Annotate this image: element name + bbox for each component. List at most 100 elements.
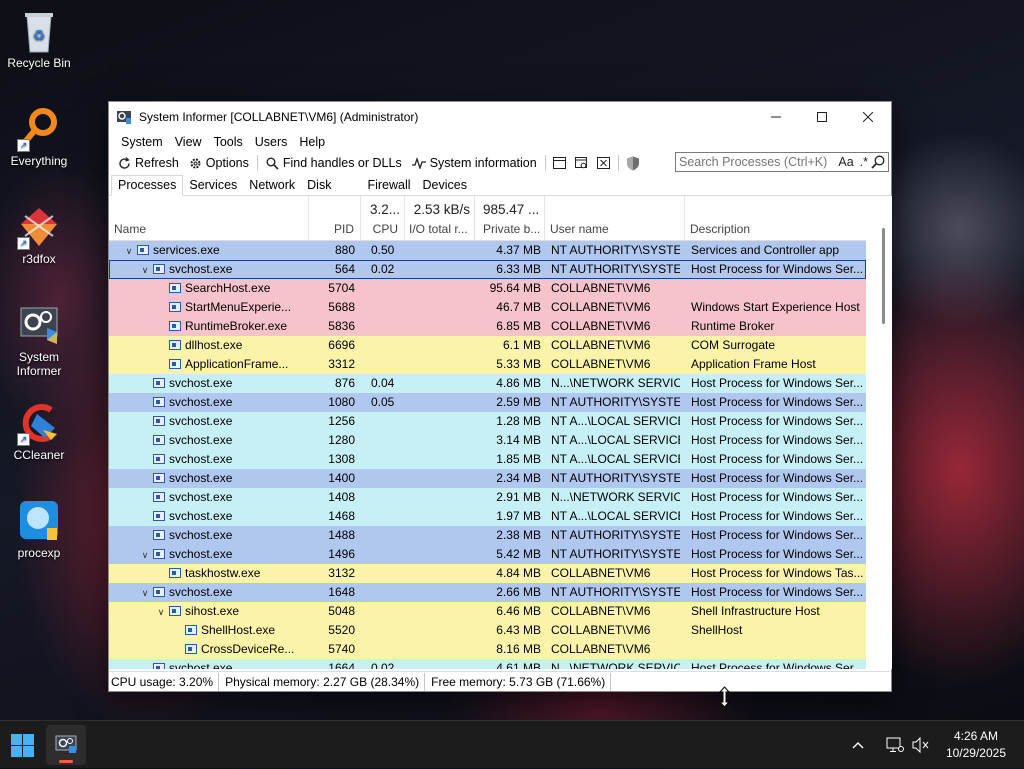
regex-toggle[interactable]: .* [860, 155, 868, 169]
process-row[interactable]: ApplicationFrame... 3312 5.33 MB COLLABNET\… [109, 355, 866, 374]
volume-muted-icon[interactable] [912, 737, 930, 753]
process-row[interactable]: svchost.exe 876 0.04 4.86 MB N...\NETWORK SE… [109, 374, 866, 393]
clock[interactable]: 4:26 AM 10/29/2025 [936, 728, 1024, 762]
minimize-button[interactable] [753, 102, 799, 132]
system-information-button[interactable]: System information [407, 156, 542, 170]
find-handles-button[interactable]: Find handles or DLLs [261, 156, 407, 170]
tab-firewall[interactable]: Firewall [361, 178, 416, 195]
process-description [691, 279, 863, 298]
column-name[interactable]: Name [109, 196, 309, 240]
taskbar-app-system-informer[interactable] [46, 725, 86, 765]
process-row[interactable]: ∨ sihost.exe 5048 6.46 MB COLLABNET\VM6 Shell… [109, 602, 866, 621]
process-row[interactable]: dllhost.exe 6696 6.1 MB COLLABNET\VM6 COM Su… [109, 336, 866, 355]
desktop-icon-ccleaner[interactable]: ↗ CCleaner [4, 400, 74, 462]
menu-users[interactable]: Users [249, 135, 294, 149]
chevron-down-icon[interactable]: ∨ [123, 242, 135, 260]
process-row[interactable]: svchost.exe 1400 2.34 MB NT AUTHORITY\SYSTE… [109, 469, 866, 488]
process-row[interactable]: svchost.exe 1256 1.28 MB NT A...\LOCAL SERV… [109, 412, 866, 431]
process-private-bytes: 5.33 MB [496, 357, 541, 371]
process-row[interactable]: ∨ svchost.exe 564 0.02 6.33 MB NT AUTHORITY\S… [109, 260, 866, 279]
desktop-icon-procexp[interactable]: procexp [4, 498, 74, 560]
scrollbar-thumb[interactable] [882, 228, 885, 324]
process-description: Application Frame Host [691, 357, 816, 371]
menu-system[interactable]: System [115, 135, 169, 149]
chevron-up-icon[interactable] [852, 741, 864, 749]
refresh-button[interactable]: Refresh [113, 156, 184, 170]
tab-network[interactable]: Network [243, 178, 301, 195]
search-processes-box[interactable]: Aa .* [675, 152, 889, 172]
chevron-down-icon[interactable]: ∨ [139, 584, 151, 602]
process-row[interactable]: ∨ svchost.exe 1648 2.66 MB NT AUTHORITY\SYST… [109, 583, 866, 602]
menu-tools[interactable]: Tools [208, 135, 249, 149]
column-user-name[interactable]: User name [545, 196, 685, 240]
chevron-down-icon[interactable]: ∨ [139, 261, 151, 279]
process-user: COLLABNET\VM6 [551, 281, 651, 295]
desktop-icon-recycle-bin[interactable]: ♻ Recycle Bin [4, 8, 74, 70]
column-pid[interactable]: PID [309, 196, 361, 240]
search-input[interactable] [679, 155, 836, 169]
process-row[interactable]: taskhostw.exe 3132 4.84 MB COLLABNET\VM6 Hos… [109, 564, 866, 583]
column-io-total[interactable]: 2.53 kB/s I/O total r... [405, 196, 475, 240]
process-private-bytes: 3.14 MB [496, 433, 541, 447]
window-close-button[interactable] [593, 153, 615, 173]
tab-devices[interactable]: Devices [417, 178, 473, 195]
process-name-cell: ∨ svchost.exe [109, 583, 309, 602]
process-name-cell: ApplicationFrame... [109, 355, 309, 374]
process-row[interactable]: StartMenuExperie... 5688 46.7 MB COLLABNET\… [109, 298, 866, 317]
tab-services[interactable]: Services [183, 178, 243, 195]
column-cpu[interactable]: 3.2... CPU [361, 196, 405, 240]
title-bar[interactable]: System Informer [COLLABNET\VM6] (Adminis… [109, 102, 891, 132]
toolbar-separator [544, 155, 546, 171]
close-icon [863, 112, 873, 122]
network-icon[interactable] [886, 737, 904, 753]
process-description: Host Process for Windows Ser... [691, 490, 863, 504]
menu-view[interactable]: View [169, 135, 208, 149]
chevron-down-icon[interactable]: ∨ [139, 546, 151, 564]
tab-disk[interactable]: Disk [301, 178, 337, 195]
process-row[interactable]: SearchHost.exe 5704 95.64 MB COLLABNET\VM6 [109, 279, 866, 298]
start-button[interactable] [11, 734, 34, 760]
process-tree: Name PID 3.2... CPU 2.53 kB/s I/O total … [109, 196, 866, 669]
process-row[interactable]: svchost.exe 1280 3.14 MB NT A...\LOCAL SERV… [109, 431, 866, 450]
search-icon[interactable] [871, 155, 885, 169]
column-description[interactable]: Description [685, 196, 866, 240]
process-row[interactable]: svchost.exe 1408 2.91 MB N...\NETWORK SERVI… [109, 488, 866, 507]
process-row[interactable]: ∨ svchost.exe 1496 5.42 MB NT AUTHORITY\SYST… [109, 545, 866, 564]
options-button[interactable]: Options [184, 156, 254, 170]
shield-button[interactable] [622, 153, 644, 173]
desktop-icon-r3dfox[interactable]: ↗ r3dfox [4, 204, 74, 266]
maximize-button[interactable] [799, 102, 845, 132]
process-row[interactable]: ∨ services.exe 880 0.50 4.37 MB NT AUTHORITY\… [109, 241, 866, 260]
process-name-cell: svchost.exe [109, 469, 309, 488]
window-search-button[interactable] [571, 153, 593, 173]
process-row[interactable]: RuntimeBroker.exe 5836 6.85 MB COLLABNET\VM… [109, 317, 866, 336]
process-row[interactable]: ShellHost.exe 5520 6.43 MB COLLABNET\VM6 She… [109, 621, 866, 640]
taskbar: 4:26 AM 10/29/2025 [0, 720, 1024, 768]
process-icon [153, 416, 165, 426]
process-row[interactable]: svchost.exe 1468 1.97 MB NT A...\LOCAL SERV… [109, 507, 866, 526]
column-private-bytes[interactable]: 985.47 ... Private b... [475, 196, 545, 240]
process-name: svchost.exe [169, 262, 233, 276]
process-icon [153, 587, 165, 597]
process-row[interactable]: CrossDeviceRe... 5740 8.16 MB COLLABNET\VM6 [109, 640, 866, 659]
chevron-down-icon[interactable]: ∨ [155, 603, 167, 621]
case-sensitive-toggle[interactable]: Aa [838, 155, 853, 169]
process-name-cell: svchost.exe [109, 450, 309, 469]
process-row[interactable]: svchost.exe 1308 1.85 MB NT A...\LOCAL SERV… [109, 450, 866, 469]
desktop-icon-system-informer[interactable]: System Informer [4, 302, 74, 378]
close-button[interactable] [845, 102, 891, 132]
everything-search-icon: ↗ [17, 106, 61, 152]
process-pid: 880 [334, 243, 355, 257]
procexp-icon [17, 498, 61, 542]
tab-processes[interactable]: Processes [111, 175, 184, 196]
process-row[interactable]: svchost.exe 1080 0.05 2.59 MB NT AUTHORITY\S… [109, 393, 866, 412]
process-pid: 1488 [328, 528, 355, 542]
process-row[interactable]: svchost.exe 1488 2.38 MB NT AUTHORITY\SYSTE… [109, 526, 866, 545]
menu-help[interactable]: Help [293, 135, 331, 149]
process-pid: 5688 [328, 300, 355, 314]
vertical-scrollbar[interactable] [866, 196, 892, 669]
process-row[interactable]: svchost.exe 1664 0.02 4.61 MB N...\NETWORK S… [109, 659, 866, 669]
desktop-icon-label: System Informer [16, 350, 62, 378]
window-find-button[interactable] [549, 153, 571, 173]
desktop-icon-everything[interactable]: ↗ Everything [4, 106, 74, 168]
